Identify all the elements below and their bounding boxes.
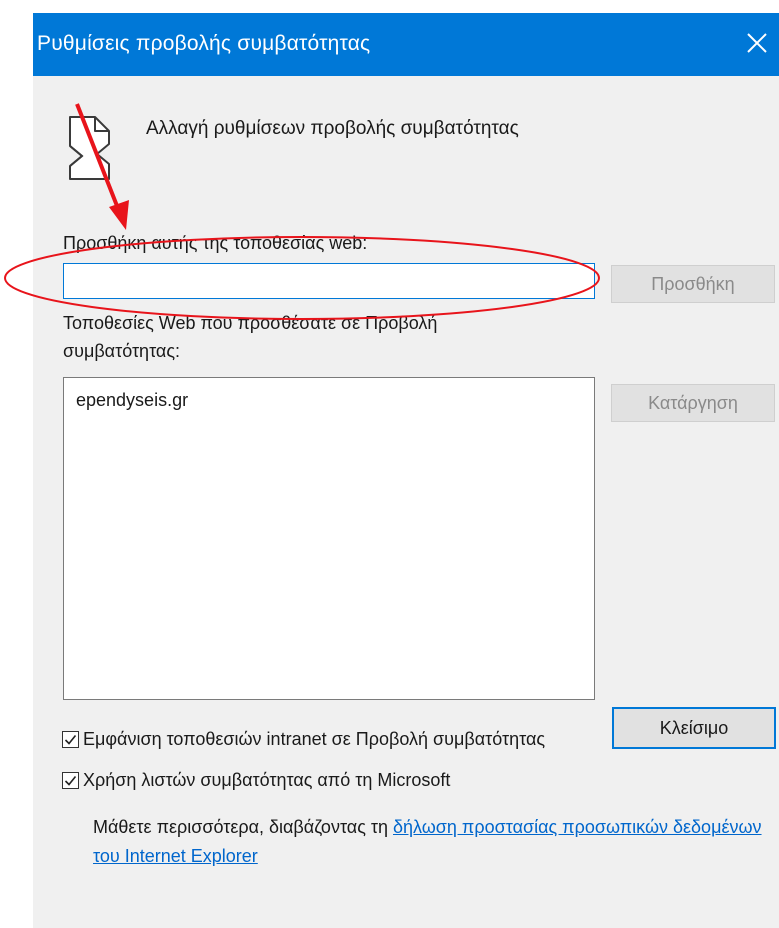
compatibility-view-dialog: Ρυθμίσεις προβολής συμβατότητας Αλλαγή ρ… xyxy=(33,13,779,928)
checkmark-icon xyxy=(64,734,77,745)
header-text: Αλλαγή ρυθμίσεων προβολής συμβατότητας xyxy=(146,118,519,139)
add-button[interactable]: Προσθήκη xyxy=(611,265,775,303)
checkmark-icon xyxy=(64,775,77,786)
add-site-input[interactable] xyxy=(63,263,595,299)
microsoft-lists-option-label: Χρήση λιστών συμβατότητας από τη Microso… xyxy=(83,770,451,790)
close-dialog-button[interactable]: Κλείσιμο xyxy=(612,707,776,749)
intranet-option-label: Εμφάνιση τοποθεσιών intranet σε Προβολή … xyxy=(83,729,546,749)
site-list-label-line2: συμβατότητας: xyxy=(63,341,181,361)
site-list-label-line1: Τοποθεσίες Web που προσθέσατε σε Προβολή xyxy=(63,313,438,333)
broken-page-icon xyxy=(69,116,110,180)
intranet-checkbox[interactable] xyxy=(62,731,79,748)
window-title: Ρυθμίσεις προβολής συμβατότητας xyxy=(37,32,371,55)
microsoft-lists-checkbox[interactable] xyxy=(62,772,79,789)
microsoft-lists-option[interactable]: Χρήση λιστών συμβατότητας από τη Microso… xyxy=(62,770,450,791)
privacy-info-text: Μάθετε περισσότερα, διαβάζοντας τη xyxy=(93,817,393,837)
privacy-info: Μάθετε περισσότερα, διαβάζοντας τη δήλωσ… xyxy=(93,813,773,871)
intranet-option[interactable]: Εμφάνιση τοποθεσιών intranet σε Προβολή … xyxy=(62,729,545,750)
remove-button[interactable]: Κατάργηση xyxy=(611,384,775,422)
close-button[interactable] xyxy=(739,25,775,61)
site-list[interactable]: ependyseis.gr xyxy=(63,377,595,700)
close-icon xyxy=(747,33,767,53)
list-item[interactable]: ependyseis.gr xyxy=(76,390,188,411)
title-bar: Ρυθμίσεις προβολής συμβατότητας xyxy=(33,13,779,76)
add-site-label: Προσθήκη αυτής της τοποθεσίας web: xyxy=(63,233,368,253)
